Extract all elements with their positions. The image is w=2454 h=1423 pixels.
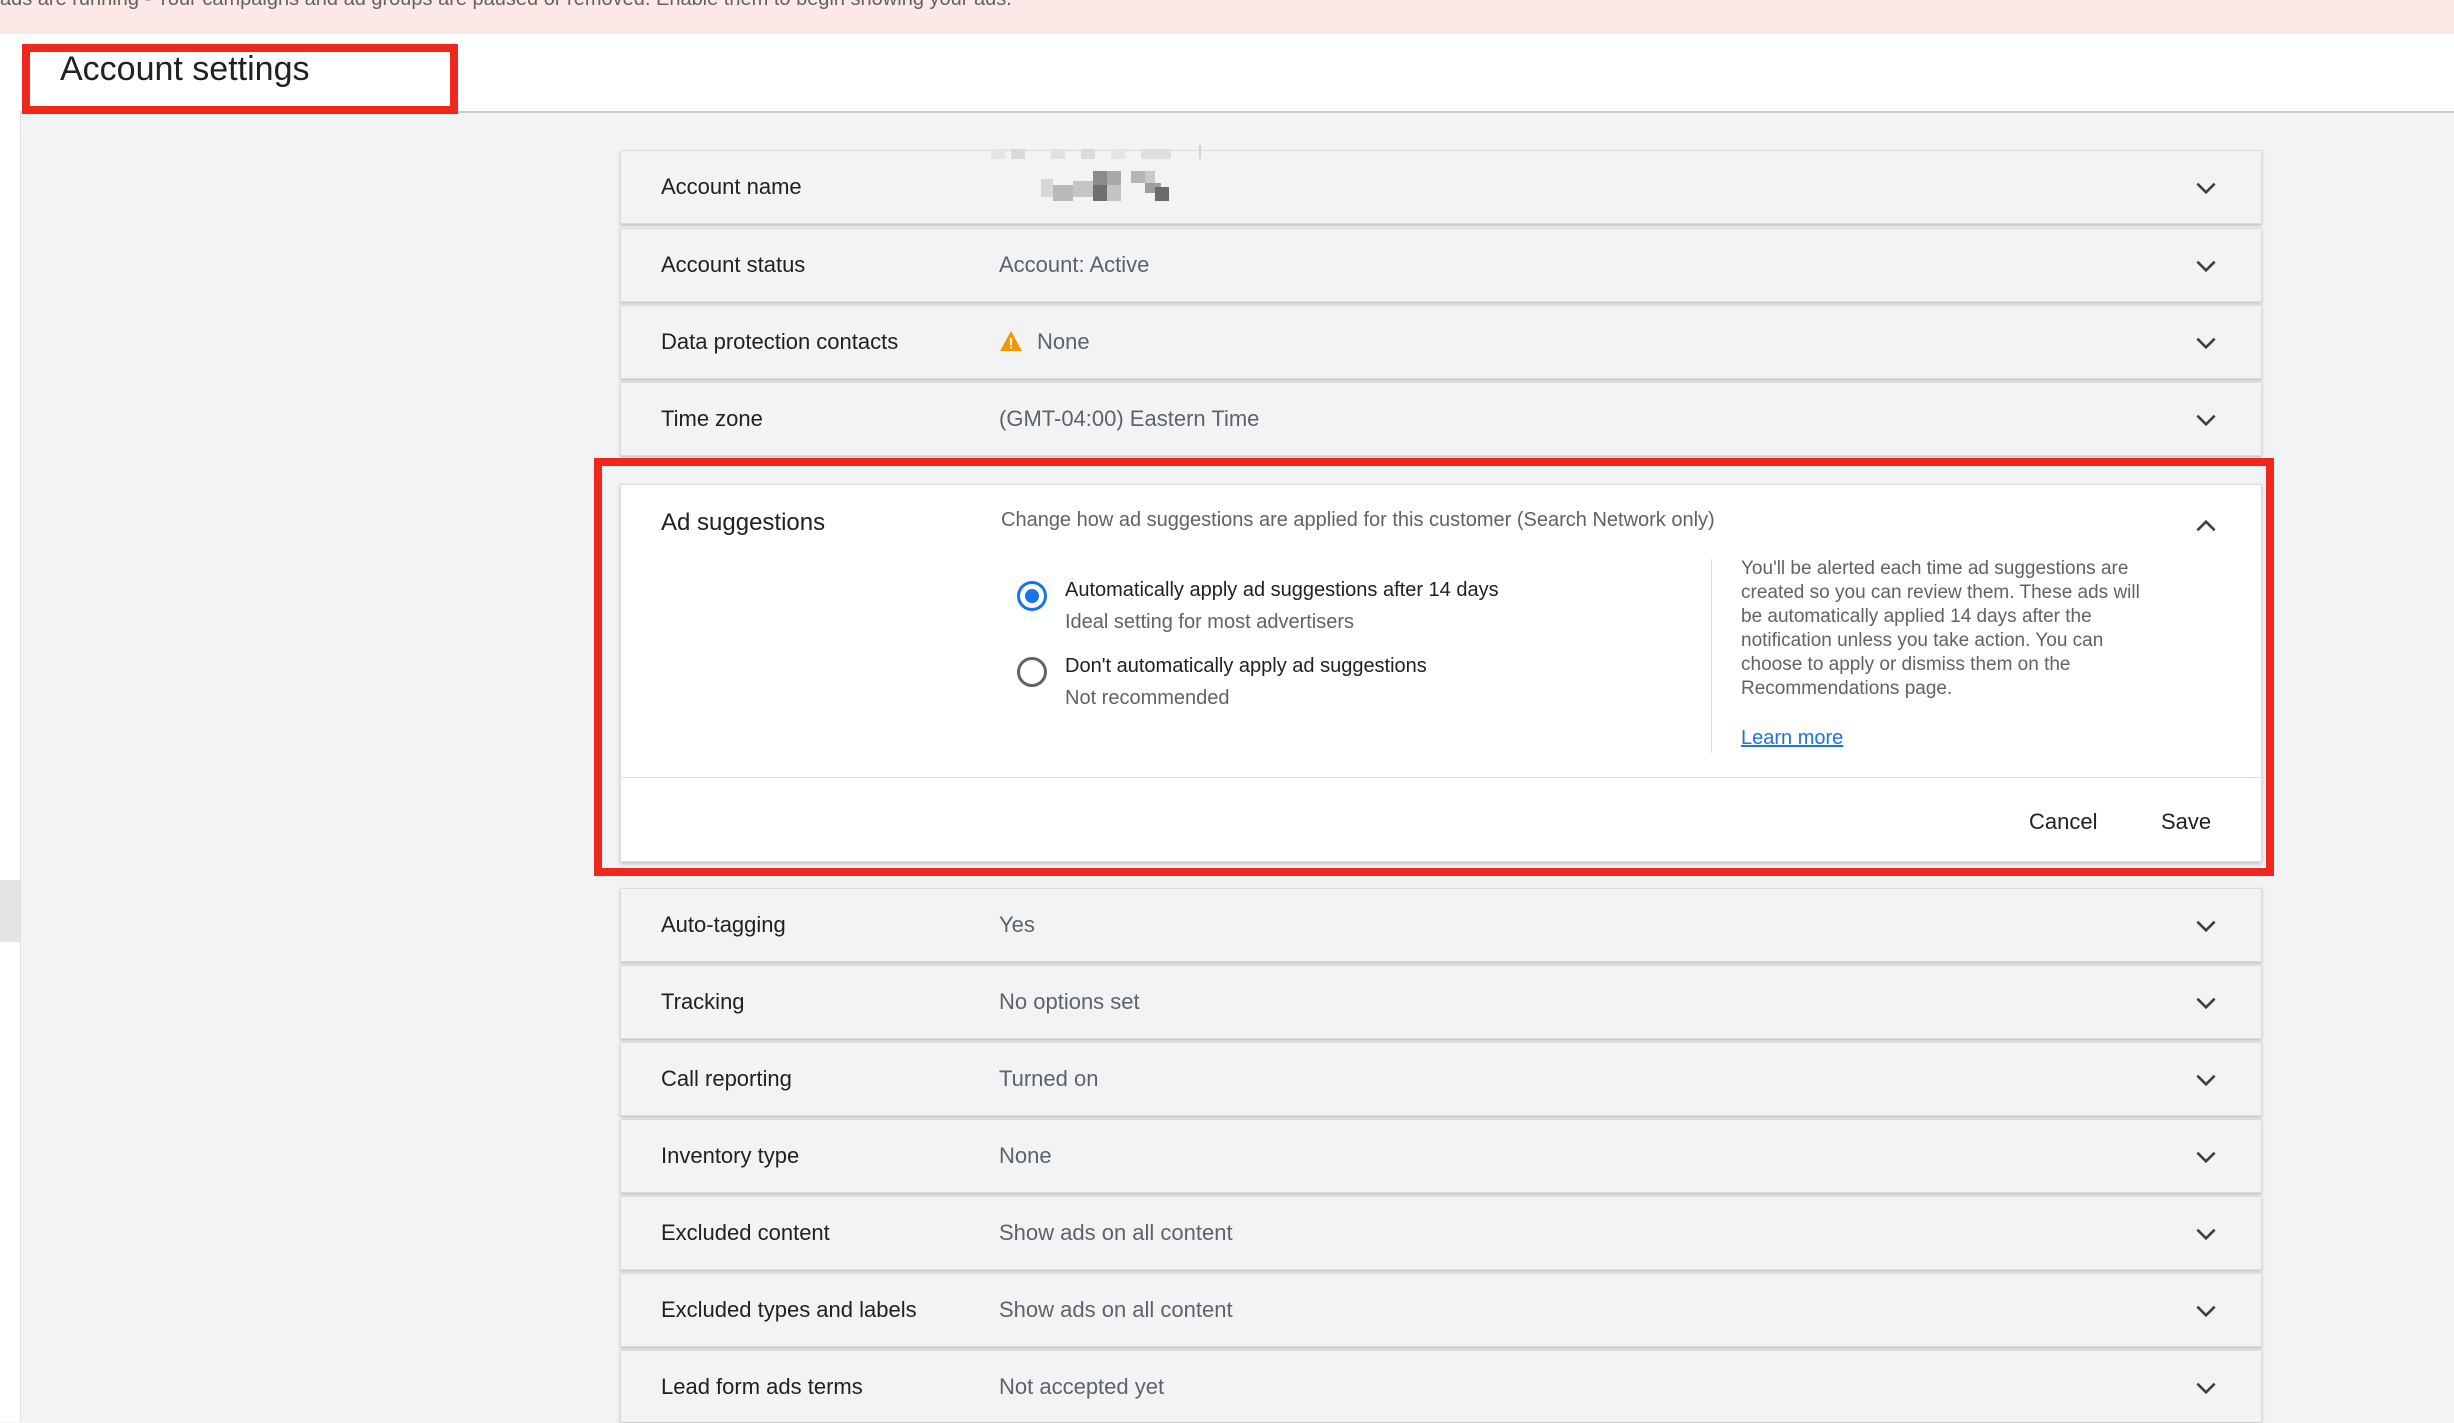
setting-description: Change how ad suggestions are applied fo… [1001, 509, 1715, 531]
learn-more-link[interactable]: Learn more [1741, 727, 1843, 750]
left-rail [0, 111, 21, 1422]
setting-value-wrap: None [999, 306, 1090, 378]
page-title: Account settings [60, 50, 310, 88]
setting-value: Account: Active [999, 252, 1150, 277]
chevron-down-icon[interactable] [2193, 330, 2219, 356]
setting-value: Show ads on all content [999, 1220, 1233, 1245]
setting-inventory-type[interactable]: Inventory type None [620, 1119, 2262, 1193]
setting-value: Not accepted yet [999, 1374, 1165, 1399]
chevron-down-icon[interactable] [2193, 1221, 2219, 1247]
setting-label: Auto-tagging [661, 912, 786, 937]
radio-option-title: Don't automatically apply ad suggestions [1065, 655, 1427, 677]
vertical-divider [1711, 559, 1712, 753]
radio-option-subtitle: Not recommended [1065, 687, 1230, 709]
setting-label: Inventory type [661, 1143, 800, 1168]
setting-value: (GMT-04:00) Eastern Time [999, 406, 1260, 431]
setting-label: Account status [661, 252, 806, 277]
chevron-down-icon[interactable] [2193, 1298, 2219, 1324]
warning-icon [1000, 331, 1022, 352]
chevron-down-icon[interactable] [2193, 1375, 2219, 1401]
footer-divider [621, 777, 2261, 778]
chevron-down-icon[interactable] [2193, 175, 2219, 201]
setting-label: Time zone [661, 406, 763, 431]
setting-data-protection-contacts[interactable]: Data protection contacts None [620, 305, 2262, 379]
setting-value: No options set [999, 989, 1140, 1014]
setting-lead-form-ads-terms[interactable]: Lead form ads terms Not accepted yet [620, 1350, 2262, 1422]
chevron-down-icon[interactable] [2193, 990, 2219, 1016]
chevron-down-icon[interactable] [2193, 1144, 2219, 1170]
setting-label: Lead form ads terms [661, 1374, 863, 1399]
radio-button[interactable] [1017, 657, 1047, 687]
redacted-account-name [991, 145, 1201, 201]
setting-value: None [999, 1143, 1052, 1168]
alert-banner-text: ads are running - Your campaigns and ad … [0, 0, 1012, 11]
setting-auto-tagging[interactable]: Auto-tagging Yes [620, 888, 2262, 962]
setting-value: Show ads on all content [999, 1297, 1233, 1322]
radio-button-checked[interactable] [1017, 581, 1047, 611]
page-header: Account settings [0, 34, 2454, 113]
setting-value: Turned on [999, 1066, 1099, 1091]
setting-label: Call reporting [661, 1066, 792, 1091]
setting-label: Ad suggestions [661, 509, 826, 536]
setting-value: None [1037, 329, 1090, 354]
chevron-down-icon[interactable] [2193, 407, 2219, 433]
setting-excluded-content[interactable]: Excluded content Show ads on all content [620, 1196, 2262, 1270]
left-rail-scroll-handle[interactable] [0, 880, 20, 942]
setting-label: Excluded content [661, 1220, 830, 1245]
help-text: You'll be alerted each time ad suggestio… [1741, 558, 2140, 699]
setting-account-status[interactable]: Account status Account: Active [620, 228, 2262, 302]
setting-ad-suggestions-expanded: Ad suggestions Change how ad suggestions… [620, 484, 2262, 862]
setting-label: Excluded types and labels [661, 1297, 917, 1322]
setting-label: Tracking [661, 989, 745, 1014]
setting-tracking[interactable]: Tracking No options set [620, 965, 2262, 1039]
setting-excluded-types-and-labels[interactable]: Excluded types and labels Show ads on al… [620, 1273, 2262, 1347]
chevron-down-icon[interactable] [2193, 1067, 2219, 1093]
chevron-up-icon[interactable] [2193, 513, 2219, 539]
setting-call-reporting[interactable]: Call reporting Turned on [620, 1042, 2262, 1116]
save-button[interactable]: Save [2151, 803, 2221, 841]
setting-value: Yes [999, 912, 1035, 937]
radio-option-title: Automatically apply ad suggestions after… [1065, 579, 1499, 601]
cancel-button[interactable]: Cancel [2019, 803, 2107, 841]
setting-time-zone[interactable]: Time zone (GMT-04:00) Eastern Time [620, 382, 2262, 456]
chevron-down-icon[interactable] [2193, 253, 2219, 279]
chevron-down-icon[interactable] [2193, 913, 2219, 939]
setting-label: Data protection contacts [661, 329, 899, 354]
radio-option-subtitle: Ideal setting for most advertisers [1065, 611, 1355, 633]
setting-label: Account name [661, 174, 802, 199]
setting-account-name[interactable]: Account name [620, 145, 2262, 224]
alert-banner: ads are running - Your campaigns and ad … [0, 0, 2454, 34]
